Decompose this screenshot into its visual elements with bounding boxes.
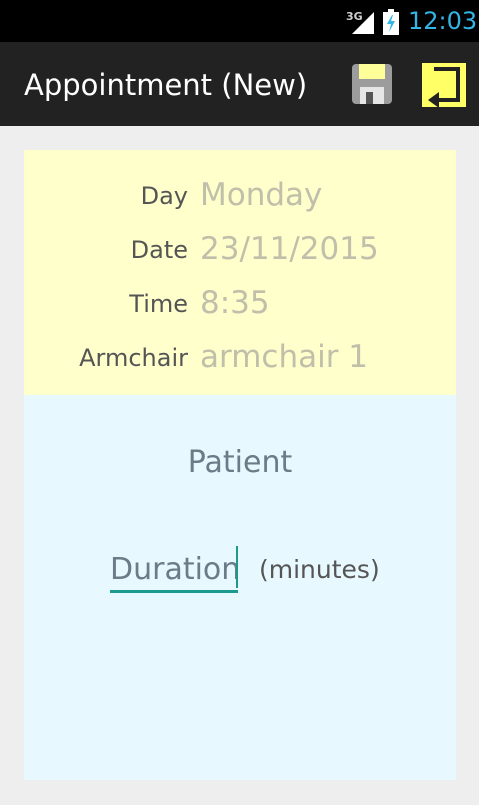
save-icon [352,64,392,104]
date-value: 23/11/2015 [200,231,379,267]
patient-selector[interactable]: Patient [24,445,456,480]
armchair-value: armchair 1 [200,339,369,375]
field-date: Date 23/11/2015 [24,228,456,268]
day-value: Monday [200,177,323,213]
status-clock: 12:03 [408,7,478,35]
enter-return-icon [428,67,460,108]
patient-section: Patient (minutes) [24,395,456,780]
duration-input[interactable] [110,548,238,593]
armchair-label: Armchair [79,344,188,372]
field-armchair: Armchair armchair 1 [24,336,456,376]
date-label: Date [130,236,188,264]
back-button[interactable] [422,63,466,108]
save-button[interactable] [348,62,396,108]
appointment-details: Day Monday Date 23/11/2015 Time 8:35 Arm… [24,150,456,395]
text-cursor [236,546,238,588]
status-bar: 3G 12:03 [0,0,479,42]
field-day: Day Monday [24,174,456,214]
day-label: Day [140,182,188,210]
battery-charging-icon [383,9,399,35]
time-label: Time [129,290,188,318]
signal-icon [352,12,374,34]
page-title: Appointment (New) [24,68,308,102]
action-bar: Appointment (New) [0,42,479,126]
time-value: 8:35 [200,285,270,321]
duration-unit-label: (minutes) [259,555,380,584]
field-time: Time 8:35 [24,282,456,322]
